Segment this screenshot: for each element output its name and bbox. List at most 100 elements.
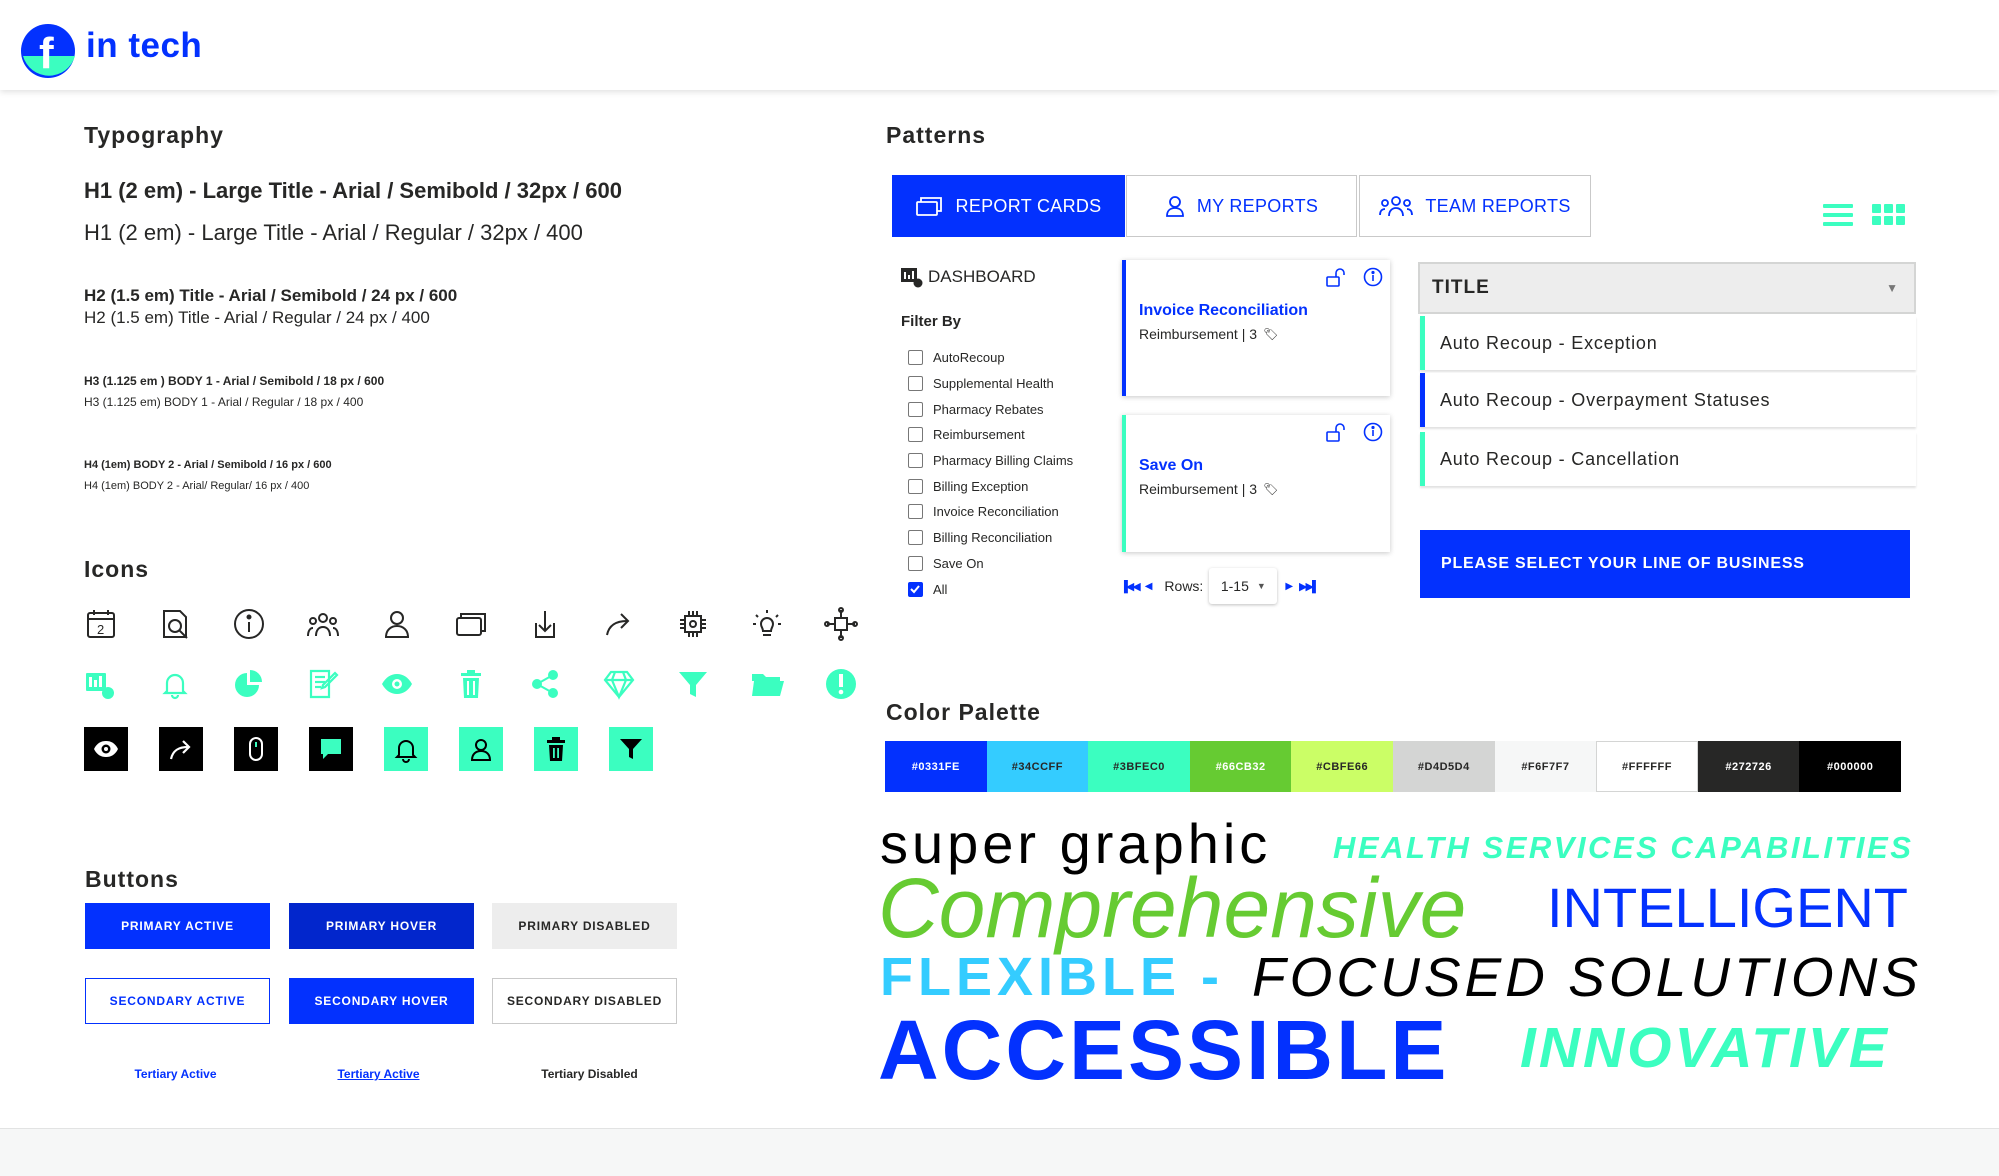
h4-semibold-sample: H4 (1em) BODY 2 - Arial / Semibold / 16 … — [84, 459, 332, 471]
eye-icon[interactable] — [84, 727, 128, 771]
user-icon[interactable] — [459, 727, 503, 771]
network-icon[interactable] — [824, 607, 858, 641]
grid-view-icon[interactable] — [1872, 202, 1906, 228]
filter-checkbox[interactable] — [908, 530, 923, 546]
alert-icon[interactable] — [824, 667, 858, 701]
next-page-icon[interactable]: ▶ — [1285, 581, 1293, 592]
report-card[interactable]: Invoice Reconciliation Reimbursement | 3… — [1122, 260, 1390, 396]
pie-chart-icon[interactable] — [232, 667, 266, 701]
filter-item[interactable]: Supplemental Health — [908, 371, 1088, 397]
prev-page-icon[interactable]: ◀ — [1145, 581, 1153, 592]
innovative-word: INNOVATIVE — [1520, 1016, 1890, 1080]
dashboard-link[interactable]: DASHBOARD — [900, 266, 1036, 288]
trash-icon[interactable] — [454, 667, 488, 701]
filter-item[interactable]: Pharmacy Rebates — [908, 396, 1088, 422]
tertiary-active-hover-button[interactable]: Tertiary Active — [286, 1067, 471, 1081]
bell-icon[interactable] — [384, 727, 428, 771]
bell-icon[interactable] — [158, 667, 192, 701]
color-swatch: #FFFFFF — [1596, 741, 1698, 792]
filter-item[interactable]: Billing Reconciliation — [908, 525, 1088, 551]
color-swatch: #000000 — [1799, 741, 1901, 792]
cards-icon[interactable] — [454, 607, 488, 641]
list-item[interactable]: Auto Recoup - Exception — [1420, 316, 1916, 370]
info-icon[interactable] — [232, 607, 266, 641]
comprehensive-word: Comprehensive — [878, 861, 1467, 955]
rows-select[interactable]: 1-15 ▼ — [1209, 568, 1277, 604]
share-arrow-icon[interactable] — [159, 727, 203, 771]
filter-icon[interactable] — [676, 667, 710, 701]
tab-team-reports[interactable]: TEAM REPORTS — [1359, 175, 1591, 237]
first-page-icon[interactable]: ▐◀◀ — [1120, 580, 1141, 593]
filter-label: Reimbursement — [933, 427, 1025, 443]
list-item[interactable]: Auto Recoup - Cancellation — [1420, 432, 1916, 486]
filter-checkbox[interactable] — [908, 401, 923, 417]
buttons-section-title: Buttons — [85, 866, 179, 892]
tab-label: REPORT CARDS — [955, 195, 1102, 216]
mouse-icon[interactable] — [234, 727, 278, 771]
primary-hover-button[interactable]: PRIMARY HOVER — [289, 903, 474, 949]
select-line-of-business-button[interactable]: PLEASE SELECT YOUR LINE OF BUSINESS — [1420, 530, 1910, 598]
filter-item[interactable]: Invoice Reconciliation — [908, 499, 1088, 525]
dashboard-money-icon[interactable] — [84, 667, 118, 701]
filter-item[interactable]: Pharmacy Billing Claims — [908, 448, 1088, 474]
filter-checkbox[interactable] — [908, 376, 923, 392]
info-icon[interactable] — [1363, 267, 1383, 287]
eye-icon[interactable] — [380, 667, 414, 701]
filter-label: Billing Exception — [933, 478, 1029, 494]
tag-icon: 🏷 — [1263, 327, 1279, 341]
secondary-active-button[interactable]: SECONDARY ACTIVE — [85, 978, 270, 1024]
calendar-icon[interactable]: 2 — [84, 607, 118, 641]
filter-item[interactable]: All — [908, 576, 1088, 602]
color-swatch: #0331FE — [885, 741, 987, 792]
list-view-icon[interactable] — [1823, 202, 1853, 228]
filter-checkbox[interactable] — [908, 350, 923, 366]
page-footer — [0, 1128, 1999, 1176]
download-icon[interactable] — [528, 607, 562, 641]
user-icon[interactable] — [380, 607, 414, 641]
unlock-icon[interactable] — [1325, 423, 1347, 443]
filter-checkbox[interactable] — [908, 453, 923, 469]
bulb-settings-icon[interactable] — [750, 607, 784, 641]
filter-item[interactable]: Reimbursement — [908, 422, 1088, 448]
trash-icon[interactable] — [534, 727, 578, 771]
info-icon[interactable] — [1363, 422, 1383, 442]
chat-icon[interactable] — [309, 727, 353, 771]
tab-report-cards[interactable]: REPORT CARDS — [892, 175, 1125, 237]
tab-my-reports[interactable]: MY REPORTS — [1126, 175, 1357, 237]
list-item[interactable]: Auto Recoup - Overpayment Statuses — [1420, 373, 1916, 427]
report-card[interactable]: Save On Reimbursement | 3 🏷 — [1122, 415, 1390, 552]
filter-checkbox[interactable] — [908, 427, 923, 443]
h1-semibold-sample: H1 (2 em) - Large Title - Arial / Semibo… — [84, 178, 622, 203]
filter-list: AutoRecoup Supplemental Health Pharmacy Re… — [908, 345, 1088, 602]
chevron-down-icon: ▼ — [1886, 281, 1898, 295]
card-accent-bar — [1122, 260, 1126, 396]
color-swatch: #272726 — [1697, 741, 1800, 792]
h3-semibold-sample: H3 (1.125 em ) BODY 1 - Arial / Semibold… — [84, 374, 385, 388]
secondary-hover-button[interactable]: SECONDARY HOVER — [289, 978, 474, 1024]
filter-checkbox[interactable] — [908, 581, 923, 597]
share-icon[interactable] — [528, 667, 562, 701]
filter-item[interactable]: Save On — [908, 551, 1088, 577]
primary-active-button[interactable]: PRIMARY ACTIVE — [85, 903, 270, 949]
chip-icon[interactable] — [676, 607, 710, 641]
filter-label: All — [933, 581, 948, 597]
filter-checkbox[interactable] — [908, 504, 923, 520]
title-dropdown[interactable]: TITLE ▼ — [1418, 262, 1916, 314]
folder-icon[interactable] — [750, 667, 784, 701]
search-document-icon[interactable] — [158, 607, 192, 641]
unlock-icon[interactable] — [1325, 268, 1347, 288]
team-icon[interactable] — [306, 607, 340, 641]
edit-document-icon[interactable] — [306, 667, 340, 701]
diamond-icon[interactable] — [602, 667, 636, 701]
filter-checkbox[interactable] — [908, 478, 923, 494]
color-swatch: #66CB32 — [1189, 741, 1292, 792]
tertiary-active-button[interactable]: Tertiary Active — [83, 1067, 268, 1081]
share-arrow-icon[interactable] — [602, 607, 636, 641]
filter-item[interactable]: Billing Exception — [908, 473, 1088, 499]
tertiary-disabled-button: Tertiary Disabled — [541, 1067, 638, 1081]
filter-item[interactable]: AutoRecoup — [908, 345, 1088, 371]
filter-icon[interactable] — [609, 727, 653, 771]
filter-checkbox[interactable] — [908, 555, 923, 571]
filter-by-label: Filter By — [901, 313, 962, 330]
last-page-icon[interactable]: ▶▶▌ — [1299, 580, 1320, 593]
